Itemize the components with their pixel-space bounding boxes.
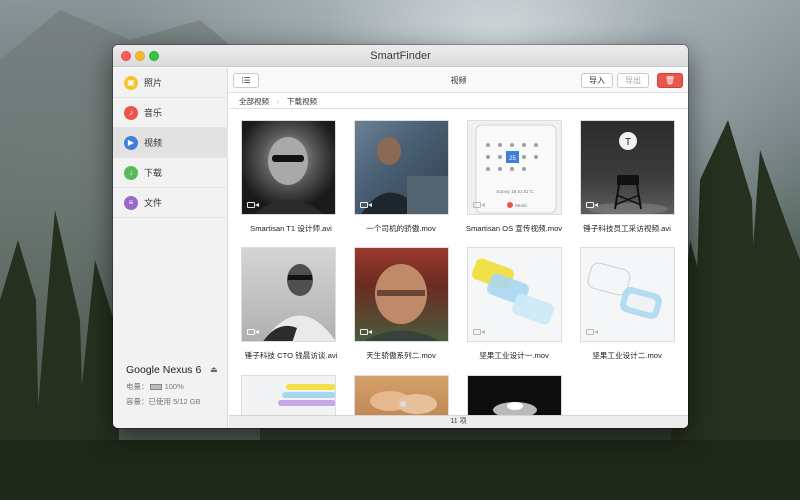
video-camera-icon (360, 201, 372, 209)
music-icon: ♪ (124, 106, 138, 120)
sidebar-item-download[interactable]: ↓ 下载 (113, 158, 228, 188)
video-thumbnail[interactable] (241, 375, 336, 415)
trash-icon: 🗑 (664, 76, 676, 85)
music-label-text: Music (515, 203, 528, 209)
video-camera-icon (247, 328, 259, 336)
video-icon: ▶ (124, 136, 138, 150)
sidebar-toggle-icon: ⁞☰ (241, 76, 251, 85)
video-file-name[interactable]: Smartisan OS 宣传视频.mov (454, 223, 574, 234)
hands-thumbnail-image (370, 391, 437, 414)
video-camera-icon (360, 328, 372, 336)
sidebar: ▣ 照片 ♪ 音乐 ▶ 视频 ↓ 下载 ≡ 文件 Google Nexus 6 … (113, 68, 228, 428)
tab-all-videos[interactable]: 全部视频 (239, 94, 269, 109)
video-thumbnail[interactable] (354, 247, 449, 342)
minimize-window-button[interactable] (135, 51, 145, 61)
device-battery: 电量： 100% (126, 381, 184, 392)
calendar-date-text: 25 (509, 156, 516, 162)
photos-icon: ▣ (124, 76, 138, 90)
export-button[interactable]: 导出 (617, 73, 649, 88)
video-file-name[interactable]: 坚果工业设计二.mov (567, 350, 687, 361)
video-file-name[interactable]: Smartisan T1 设计师.avi (231, 223, 351, 234)
sidebar-item-label: 音乐 (144, 108, 163, 118)
dark-product-thumbnail-image (493, 402, 537, 415)
sidebar-item-label: 文件 (144, 198, 163, 208)
window-title: SmartFinder (370, 50, 431, 62)
video-file-name[interactable]: 坚果工业设计一.mov (454, 350, 574, 361)
battery-icon (149, 384, 162, 391)
sidebar-item-photos[interactable]: ▣ 照片 (113, 68, 228, 98)
video-camera-icon (247, 201, 259, 209)
separator-icon: › (277, 97, 280, 106)
status-bar: 11 项 (229, 415, 688, 428)
video-grid: Smartisan T1 设计师.avi 一个司机的骄傲.mov 25 Sunn… (229, 110, 688, 415)
video-thumbnail[interactable] (241, 120, 336, 215)
video-thumbnail[interactable] (467, 375, 562, 415)
smartfinder-window: SmartFinder ▣ 照片 ♪ 音乐 ▶ 视频 ↓ 下载 ≡ 文件 Goo… (113, 45, 688, 428)
weather-text: Sunny 18 to 31°C (496, 189, 534, 195)
battery-label: 电量： (126, 382, 149, 391)
smartisan-logo-text: T (625, 137, 631, 148)
title-bar: SmartFinder (113, 45, 688, 67)
color-stripes-thumbnail-image (278, 384, 335, 406)
video-file-name[interactable]: 锤子科技 CTO 钱晨访谈.avi (231, 350, 351, 361)
video-camera-icon (586, 201, 598, 209)
document-icon: ≡ (124, 196, 138, 210)
close-window-button[interactable] (121, 51, 131, 61)
tab-downloaded-videos[interactable]: 下载视频 (287, 94, 317, 109)
video-camera-icon (473, 328, 485, 336)
import-button[interactable]: 导入 (581, 73, 613, 88)
item-count: 11 项 (450, 418, 467, 425)
video-thumbnail[interactable] (580, 247, 675, 342)
eject-icon[interactable]: ⏏ (210, 365, 218, 374)
sidebar-item-label: 照片 (144, 78, 163, 88)
category-bar: 全部视频 › 下载视频 (229, 94, 688, 109)
device-name: Google Nexus 6 (126, 364, 202, 376)
delete-button[interactable]: 🗑 (657, 73, 683, 88)
video-file-name[interactable]: 天生骄傲系列二.mov (341, 350, 461, 361)
storage-label: 容量：已使用 (126, 397, 171, 406)
sidebar-item-files[interactable]: ≡ 文件 (113, 188, 228, 218)
sidebar-item-video[interactable]: ▶ 视频 (113, 128, 228, 158)
video-camera-icon (473, 201, 485, 209)
video-thumbnail[interactable] (241, 247, 336, 342)
device-storage: 容量：已使用 5/12 GB (126, 396, 201, 407)
video-file-name[interactable]: 锤子科技员工采访视频.avi (567, 223, 687, 234)
toggle-sidebar-button[interactable]: ⁞☰ (233, 73, 259, 88)
download-icon: ↓ (124, 166, 138, 180)
video-thumbnail[interactable] (354, 375, 449, 415)
video-camera-icon (586, 328, 598, 336)
sidebar-item-label: 视频 (144, 138, 163, 148)
video-thumbnail[interactable]: 25 Sunny 18 to 31°C Music (467, 120, 562, 215)
video-thumbnail[interactable] (354, 120, 449, 215)
battery-value: 100% (164, 382, 184, 391)
video-file-name[interactable]: 一个司机的骄傲.mov (341, 223, 461, 234)
sidebar-item-label: 下载 (144, 168, 163, 178)
zoom-window-button[interactable] (149, 51, 159, 61)
video-thumbnail[interactable] (467, 247, 562, 342)
sidebar-item-music[interactable]: ♪ 音乐 (113, 98, 228, 128)
toolbar: 视频 ⁞☰ 导入 导出 🗑 (229, 68, 688, 93)
video-thumbnail[interactable]: T (580, 120, 675, 215)
storage-value: 5/12 GB (173, 397, 201, 406)
